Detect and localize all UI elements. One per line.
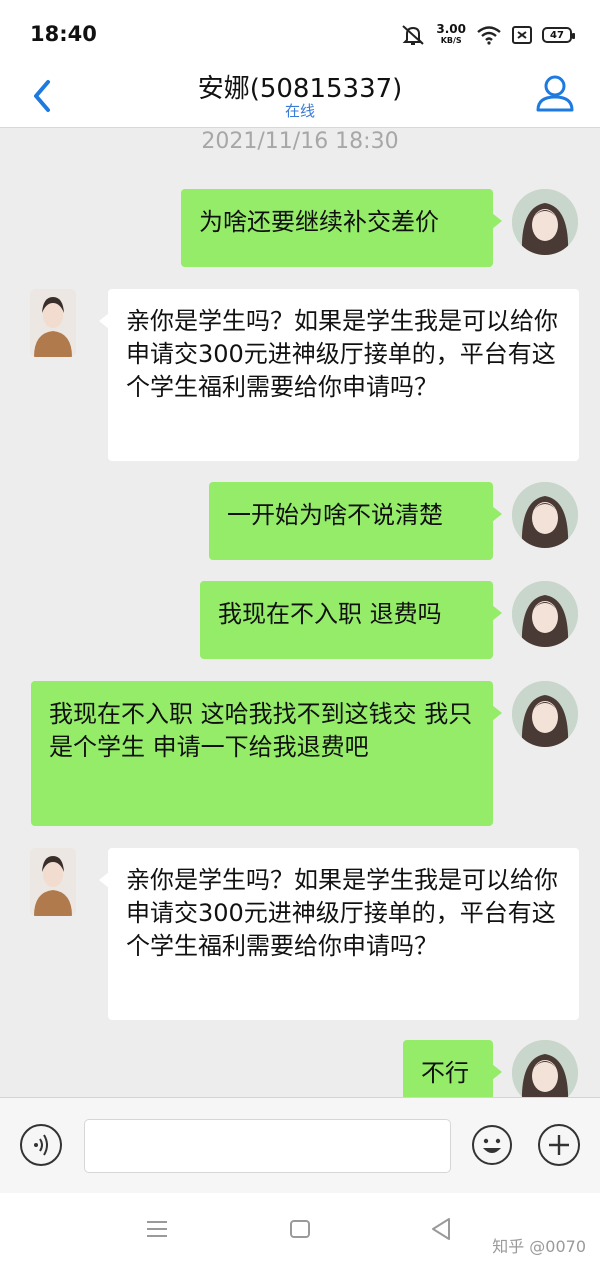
sim-icon xyxy=(512,26,532,44)
online-status: 在线 xyxy=(284,102,315,120)
user-icon[interactable] xyxy=(534,72,576,114)
message-bubble-sent[interactable]: 不行 xyxy=(403,1040,502,1097)
plus-glyph xyxy=(549,1135,569,1155)
message-bubble-sent[interactable]: 一开始为啥不说清楚 xyxy=(209,482,502,560)
watermark: 知乎 @0070 xyxy=(492,1237,586,1256)
avatar-image xyxy=(512,1040,578,1097)
input-bar xyxy=(0,1097,600,1193)
message-bubble-sent[interactable]: 我现在不入职 退费吗 xyxy=(200,581,502,659)
my-avatar[interactable] xyxy=(512,189,578,255)
my-avatar[interactable] xyxy=(512,482,578,548)
emoji-icon[interactable] xyxy=(471,1124,513,1166)
battery-icon: 47 xyxy=(542,27,575,43)
menu-icon[interactable] xyxy=(146,1219,168,1239)
message-input[interactable] xyxy=(84,1119,451,1173)
my-avatar[interactable] xyxy=(512,681,578,747)
message-bubble-sent[interactable]: 我现在不入职 这哈我找不到这钱交 我只是个学生 申请一下给我退费吧 xyxy=(31,681,502,826)
plus-icon[interactable] xyxy=(538,1124,580,1166)
chat-area[interactable]: 2021/11/16 18:30 为啥还要继续补交差价 亲你是学生吗？如果是学生… xyxy=(0,129,600,1097)
voice-icon[interactable] xyxy=(20,1124,62,1166)
avatar-image xyxy=(512,482,578,548)
status-bar: 18:40 3.00 KB/S 47 xyxy=(0,0,600,64)
message-bubble-received[interactable]: 亲你是学生吗？如果是学生我是可以给你申请交300元进神级厅接单的，平台有这个学生… xyxy=(99,289,579,461)
net-speed-value: 3.00 xyxy=(436,22,466,36)
status-icons: 3.00 KB/S 47 xyxy=(400,22,575,48)
voice-waves xyxy=(34,1134,48,1156)
avatar-image xyxy=(512,189,578,255)
avatar-image xyxy=(512,581,578,647)
system-nav-bar: 知乎 @0070 xyxy=(0,1193,600,1267)
contact-avatar[interactable] xyxy=(30,289,76,357)
chat-timestamp: 2021/11/16 18:30 xyxy=(201,129,399,154)
message-bubble-received[interactable]: 亲你是学生吗？如果是学生我是可以给你申请交300元进神级厅接单的，平台有这个学生… xyxy=(99,848,579,1020)
net-speed-unit: KB/S xyxy=(440,36,462,45)
avatar-image xyxy=(512,681,578,747)
my-avatar[interactable] xyxy=(512,581,578,647)
wifi-icon xyxy=(477,26,501,45)
back-triangle-icon[interactable] xyxy=(430,1217,452,1241)
contact-avatar[interactable] xyxy=(30,848,76,916)
net-speed: 3.00 KB/S xyxy=(436,22,466,46)
home-icon[interactable] xyxy=(290,1220,310,1238)
chat-header: 安娜(50815337) 在线 xyxy=(0,64,600,128)
avatar-image xyxy=(30,848,76,916)
avatar-image xyxy=(30,289,76,357)
message-bubble-sent[interactable]: 为啥还要继续补交差价 xyxy=(181,189,502,267)
my-avatar[interactable] xyxy=(512,1040,578,1097)
status-time: 18:40 xyxy=(30,22,97,46)
mute-icon xyxy=(402,25,425,45)
battery-level: 47 xyxy=(550,29,564,41)
